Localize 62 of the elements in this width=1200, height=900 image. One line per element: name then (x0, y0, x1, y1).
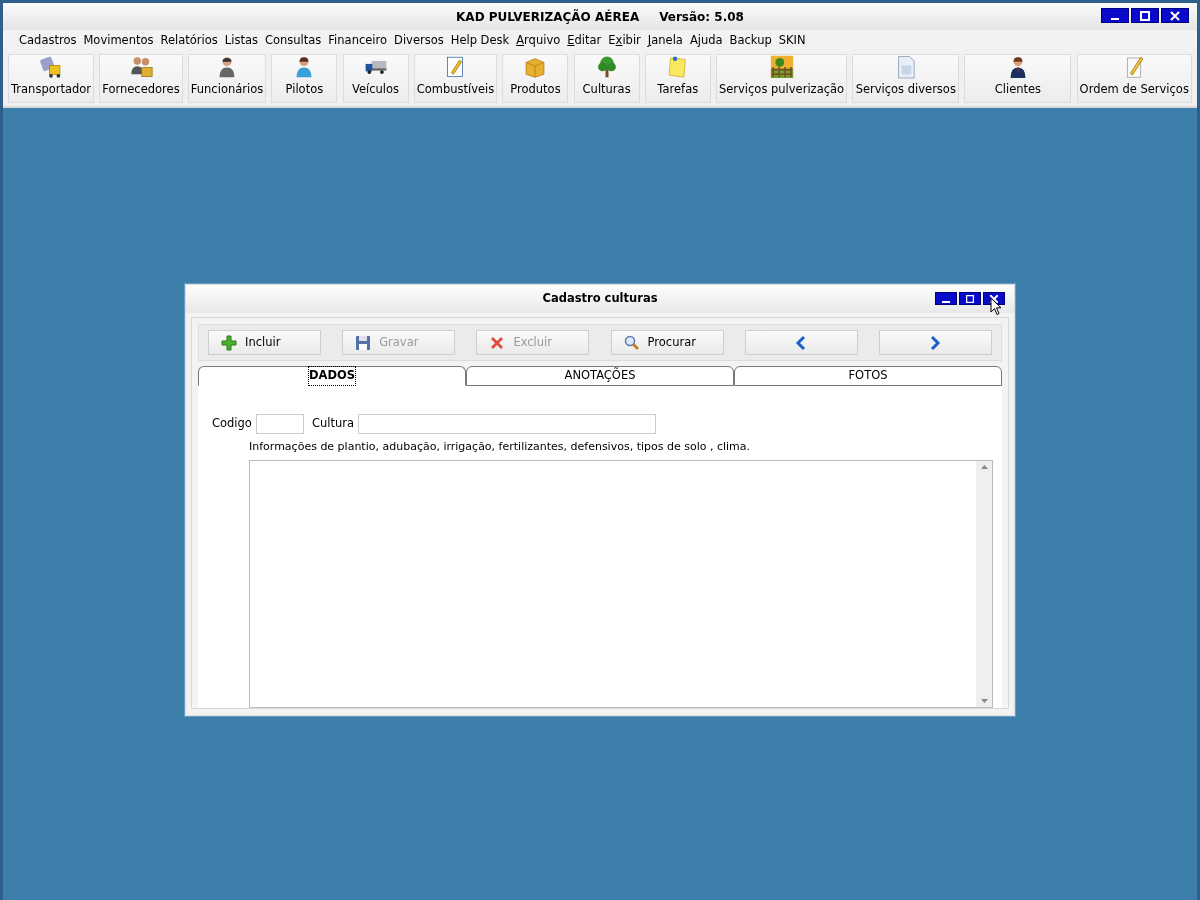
menu-item[interactable]: Cadastros (16, 32, 81, 50)
window-title: KAD PULVERIZAÇÃO AÉREA (456, 8, 640, 26)
menu-item[interactable]: Diversos (391, 32, 448, 50)
notes-label: Informações de plantio, adubação, irrigação, fertilizantes, defensivos, tipos de solo , clima. (249, 439, 752, 455)
minimize-button[interactable] (935, 292, 957, 305)
close-button[interactable] (1161, 8, 1189, 23)
field-label: Cultura (311, 415, 354, 433)
maximize-icon (1140, 10, 1150, 21)
menu-item[interactable]: Consultas (261, 32, 326, 50)
toolbar-button[interactable]: Serviços diversos (852, 54, 960, 103)
tab[interactable]: ANOTAÇÕES (466, 366, 734, 386)
maximize-icon (966, 294, 974, 303)
input-field[interactable] (358, 414, 656, 434)
menu-item[interactable]: Listas (221, 32, 262, 50)
input-field[interactable] (255, 414, 304, 434)
toolbar-button[interactable]: Pilotos (271, 54, 338, 103)
version-label: Versão: 5.08 (659, 8, 744, 26)
search-icon (623, 334, 640, 351)
minimize-button[interactable] (1101, 8, 1129, 23)
toolbar-button[interactable]: Funcionários (187, 54, 267, 103)
toolbar-button[interactable]: Incluir (208, 330, 321, 355)
minimize-icon (942, 301, 950, 303)
menu-item[interactable]: Help Desk (447, 32, 514, 50)
maximize-button[interactable] (1131, 8, 1159, 23)
toolbar-button[interactable]: Procurar (610, 330, 724, 355)
save-icon (355, 334, 372, 351)
close-icon (489, 334, 506, 351)
dialog-title: Cadastro culturas (542, 290, 658, 308)
toolbar-button[interactable]: Produtos (502, 54, 569, 103)
mouse-pointer-icon (990, 297, 1002, 316)
menu-item[interactable]: Arquivo (513, 32, 565, 50)
minimize-icon (1111, 18, 1119, 20)
menu-item[interactable]: Editar (564, 32, 606, 50)
toolbar-button[interactable]: Fornecedores (99, 54, 183, 103)
menu-item[interactable]: Relatórios (157, 32, 222, 50)
menu-item[interactable]: Janela (644, 32, 687, 50)
toolbar-button[interactable]: Clientes (964, 54, 1072, 103)
toolbar-button[interactable]: Transportador (8, 54, 95, 103)
close-icon (990, 294, 998, 303)
maximize-button[interactable] (959, 292, 981, 305)
previous-button[interactable] (744, 330, 858, 355)
tab[interactable]: DADOS (198, 366, 466, 386)
toolbar-button[interactable]: Tarefas (644, 54, 711, 103)
toolbar-button[interactable]: Combustíveis (413, 54, 498, 103)
scrollbar[interactable] (976, 460, 992, 707)
field-label: Codigo (212, 415, 252, 433)
menu-item[interactable]: Exibir (605, 32, 645, 50)
toolbar-button[interactable]: Ordem de Serviços (1076, 54, 1192, 103)
menu-item[interactable]: Ajuda (686, 32, 727, 50)
next-button[interactable] (878, 330, 992, 355)
scroll-up-icon[interactable] (980, 464, 988, 469)
menu-item[interactable]: Movimentos (80, 32, 158, 50)
toolbar-button[interactable]: Veículos (342, 54, 409, 103)
toolbar-button[interactable]: Culturas (573, 54, 640, 103)
menu-item[interactable]: Backup (726, 32, 776, 50)
menu-item[interactable]: SKIN (775, 32, 810, 50)
plus-icon (221, 334, 237, 351)
toolbar-button[interactable]: Serviços pulverização (715, 54, 848, 103)
scroll-down-icon[interactable] (980, 699, 988, 703)
tab[interactable]: FOTOS (734, 366, 1002, 386)
menu-item[interactable]: Financeiro (325, 32, 392, 50)
close-icon (1170, 10, 1180, 21)
